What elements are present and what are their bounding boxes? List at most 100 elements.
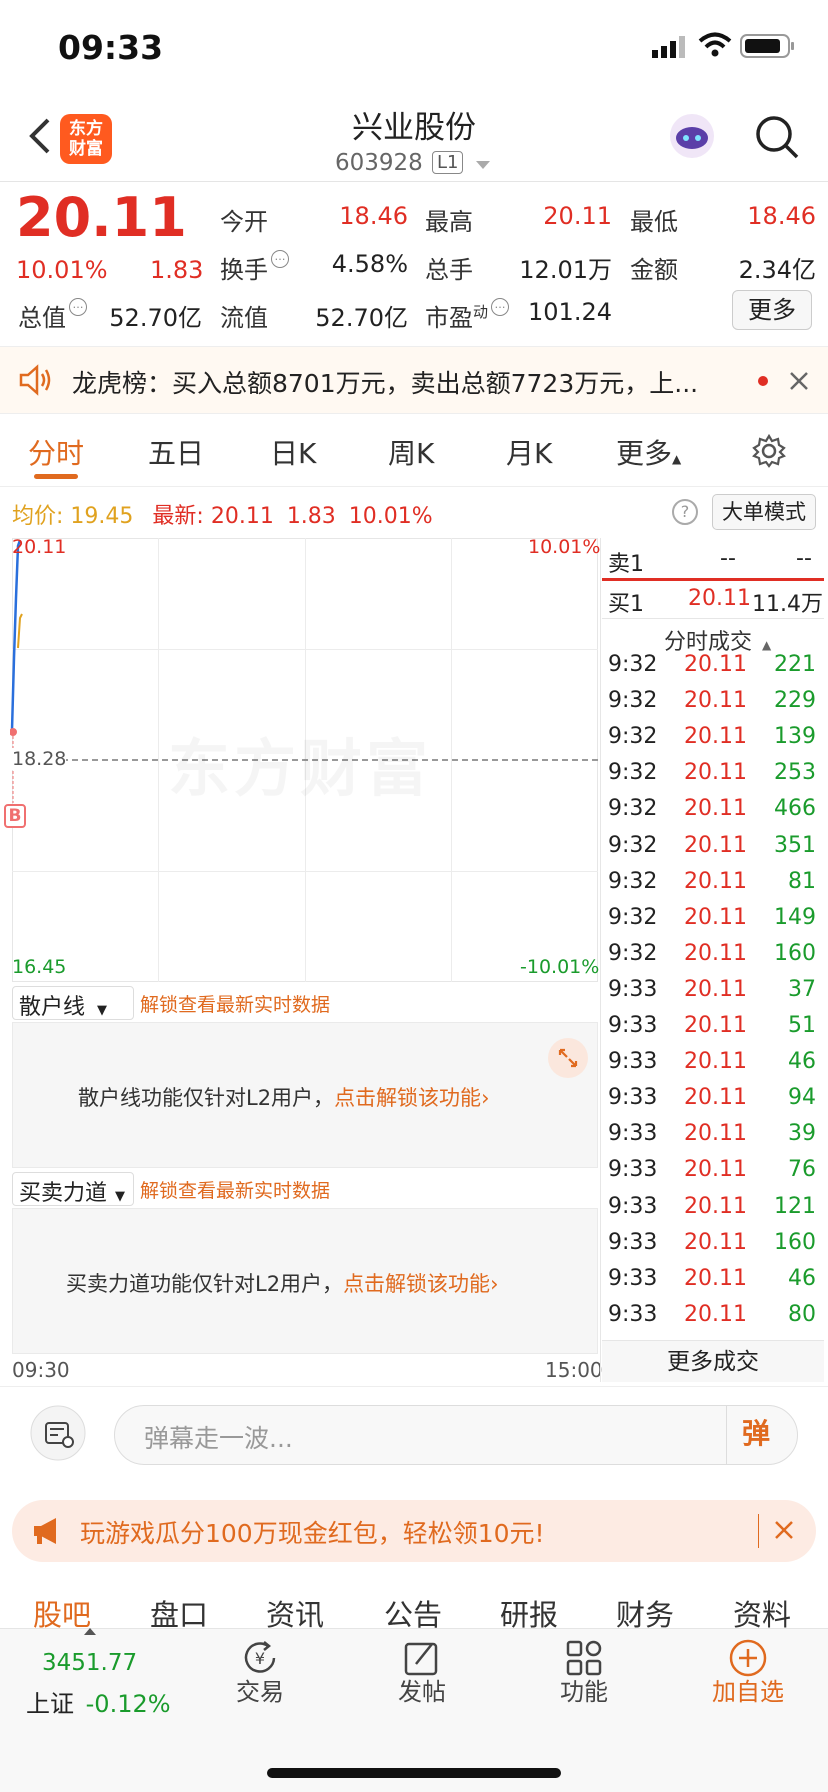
turnover-label: 换手… [220,250,289,285]
buy-marker[interactable]: B [4,804,26,828]
trade-volume: 229 [774,688,816,714]
high-value: 20.11 [543,202,612,230]
trade-price: 20.11 [684,1157,747,1183]
battery-icon [740,34,794,58]
more-quote-button[interactable]: 更多 [732,290,812,330]
bid-ask-divider [602,578,824,581]
chevron-up-icon[interactable] [84,1628,96,1635]
divider [600,538,601,1382]
retail-line-select[interactable]: 散户线 ▼ [12,986,134,1020]
danmaku-settings-icon[interactable] [30,1405,86,1461]
tab-timeshare[interactable]: 分时 [28,432,84,472]
trade-volume: 94 [788,1085,816,1111]
trade-price: 20.11 [684,1049,747,1075]
x-start-time: 09:30 [12,1358,70,1382]
trade-time: 9:33 [608,1301,658,1327]
settings-gear-icon[interactable] [752,434,786,468]
wifi-icon [698,32,732,57]
trade-volume: 46 [788,1049,816,1075]
grid-line [12,871,598,872]
index-value[interactable]: 3451.77 [42,1650,137,1676]
trade-row: 9:32 20.11 149 [608,905,824,941]
y-min-price: 16.45 [12,956,67,978]
trade-row: 9:32 20.11 253 [608,760,824,796]
tab-more[interactable]: 更多▲ [616,432,681,472]
trade-time: 9:32 [608,940,658,966]
pe-value: 101.24 [528,298,612,326]
send-danmaku-button[interactable]: 弹 [742,1412,770,1452]
help-icon[interactable]: ? [672,499,698,525]
grid-line [12,649,598,650]
tab-daily-k[interactable]: 日K [270,432,316,472]
current-price: 20.11 [16,186,187,249]
trade-row: 9:33 20.11 51 [608,1013,824,1049]
trade-row: 9:32 20.11 229 [608,688,824,724]
trade-price: 20.11 [684,1265,747,1291]
amount-label: 金额 [630,256,678,284]
trade-row: 9:32 20.11 160 [608,941,824,977]
speaker-icon [19,364,51,396]
promo-text[interactable]: 玩游戏瓜分100万现金红包，轻松领10元! [80,1514,545,1550]
trade-row: 9:33 20.11 76 [608,1157,824,1193]
close-icon[interactable] [788,370,810,392]
trade-volume: 39 [788,1121,816,1147]
trade-volume: 221 [774,652,816,677]
more-trades-button[interactable]: 更多成交 [602,1340,824,1382]
function-label[interactable]: 功能 [514,1672,654,1707]
trade-volume: 121 [774,1193,816,1219]
post-label[interactable]: 发帖 [352,1672,492,1707]
svg-text:¥: ¥ [255,1649,265,1668]
retail-line-message: 散户线功能仅针对L2用户，点击解锁该功能› [78,1086,490,1110]
divider [602,618,824,619]
home-indicator [267,1768,561,1778]
trade-time: 9:32 [608,832,658,858]
index-summary[interactable]: 上证 -0.12% [26,1684,171,1719]
expand-icon[interactable] [548,1038,588,1078]
trade-price: 20.11 [684,1193,747,1219]
trade-row: 9:32 20.11 466 [608,796,824,832]
tab-weekly-k[interactable]: 周K [388,432,434,472]
big-order-mode-button[interactable]: 大单模式 [712,494,816,530]
trade-time: 9:33 [608,976,658,1002]
trade-row: 9:32 20.11 81 [608,869,824,905]
trade-row: 9:33 20.11 46 [608,1266,824,1302]
trade-volume: 253 [774,760,816,786]
chevron-down-icon[interactable] [476,161,490,169]
search-icon[interactable] [754,114,800,160]
force-message: 买卖力道功能仅针对L2用户，点击解锁该功能› [66,1272,499,1296]
trade-price: 20.11 [684,1301,747,1327]
open-label: 今开 [220,208,268,236]
trade-volume: 139 [774,724,816,750]
trade-price: 20.11 [684,652,747,677]
force-select[interactable]: 买卖力道 ▼ [12,1172,134,1206]
add-watchlist-label[interactable]: 加自选 [678,1672,818,1707]
buy1-row: 买1 20.11 11.4万 [608,586,823,617]
trade-label[interactable]: 交易 [190,1672,330,1707]
unlock-link[interactable]: 解锁查看最新实时数据 [140,1176,330,1203]
trade-time: 9:32 [608,652,658,677]
price-line [10,539,23,803]
low-label: 最低 [630,208,678,236]
mktcap-label: 总值… [18,298,87,333]
robot-assistant-icon[interactable] [668,112,716,160]
trade-price: 20.11 [684,1121,747,1147]
banner-text[interactable]: 龙虎榜：买入总额8701万元，卖出总额7723万元，上... [72,364,752,400]
y-max-pct: 10.01% [528,536,601,558]
info-icon: … [69,298,87,316]
x-end-time: 15:00 [545,1358,603,1382]
info-icon: … [491,298,510,316]
turnover-value: 4.58% [331,250,408,278]
trade-price: 20.11 [684,1013,747,1038]
tab-five-day[interactable]: 五日 [148,432,204,472]
change-value: 1.83 [150,256,204,284]
active-tab-indicator [34,474,78,479]
trade-price: 20.11 [684,760,747,786]
y-min-pct: -10.01% [520,956,600,978]
trade-time: 9:33 [608,1013,658,1038]
trade-volume: 160 [774,1229,816,1255]
trade-volume: 51 [788,1013,816,1038]
close-icon[interactable] [774,1520,794,1540]
tab-monthly-k[interactable]: 月K [506,432,552,472]
unlock-link[interactable]: 解锁查看最新实时数据 [140,990,330,1017]
level-badge[interactable]: L1 [432,151,464,174]
